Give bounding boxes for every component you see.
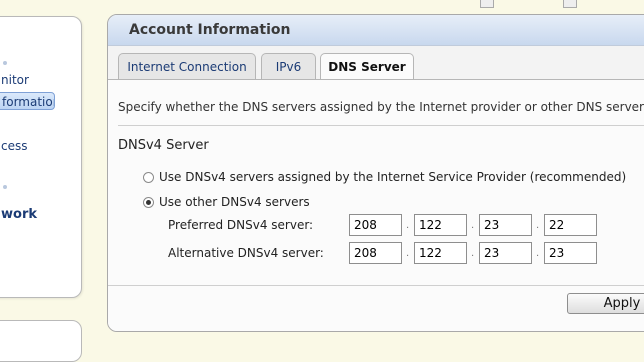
toolbar-icon-2[interactable] xyxy=(563,0,577,8)
preferred-dns-octet-4[interactable] xyxy=(544,214,597,236)
octet-separator: . xyxy=(536,248,540,259)
sidebar-bullet-icon xyxy=(3,61,7,65)
divider xyxy=(118,125,644,126)
radio-button-selected-icon[interactable] xyxy=(143,197,154,208)
octet-separator: . xyxy=(406,248,410,259)
sidebar-lower-box xyxy=(0,320,82,362)
section-title: DNSv4 Server xyxy=(118,138,209,153)
footer-divider xyxy=(108,285,644,286)
preferred-dns-octet-3[interactable] xyxy=(479,214,532,236)
octet-separator: . xyxy=(471,248,475,259)
alternative-dns-octet-1[interactable] xyxy=(349,242,402,264)
alternative-dns-octet-2[interactable] xyxy=(414,242,467,264)
description-text: Specify whether the DNS servers assigned… xyxy=(118,100,644,114)
sidebar-item-access[interactable]: cess xyxy=(1,139,27,153)
tab-internet-connection[interactable]: Internet Connection xyxy=(118,53,256,79)
radio-button-icon[interactable] xyxy=(143,172,154,183)
preferred-dns-octet-1[interactable] xyxy=(349,214,402,236)
radio-isp-dns-label: Use DNSv4 servers assigned by the Intern… xyxy=(159,170,627,184)
radio-other-dns-label: Use other DNSv4 servers xyxy=(159,195,310,209)
tab-ipv6[interactable]: IPv6 xyxy=(261,53,316,79)
tab-dns-server[interactable]: DNS Server xyxy=(320,53,414,81)
apply-button[interactable]: Apply xyxy=(567,293,644,314)
octet-separator: . xyxy=(471,220,475,231)
octet-separator: . xyxy=(536,220,540,231)
preferred-dns-octet-2[interactable] xyxy=(414,214,467,236)
account-information-panel: Account Information Internet Connection … xyxy=(107,14,644,332)
alternative-dns-label: Alternative DNSv4 server: xyxy=(168,246,324,260)
sidebar-bullet-icon xyxy=(3,185,7,189)
preferred-dns-label: Preferred DNSv4 server: xyxy=(168,218,314,232)
sidebar: nitor formation cess work xyxy=(0,16,82,298)
sidebar-item-network[interactable]: work xyxy=(1,207,37,222)
octet-separator: . xyxy=(406,220,410,231)
alternative-dns-octet-4[interactable] xyxy=(544,242,597,264)
sidebar-item-information[interactable]: formation xyxy=(0,92,55,110)
alternative-dns-octet-3[interactable] xyxy=(479,242,532,264)
dns-server-content: Specify whether the DNS servers assigned… xyxy=(108,80,644,331)
radio-other-dns[interactable]: Use other DNSv4 servers xyxy=(143,195,310,209)
sidebar-item-monitor[interactable]: nitor xyxy=(1,73,29,87)
toolbar-icon-1[interactable] xyxy=(480,0,494,8)
radio-isp-dns[interactable]: Use DNSv4 servers assigned by the Intern… xyxy=(143,170,626,184)
panel-title: Account Information xyxy=(108,15,644,46)
